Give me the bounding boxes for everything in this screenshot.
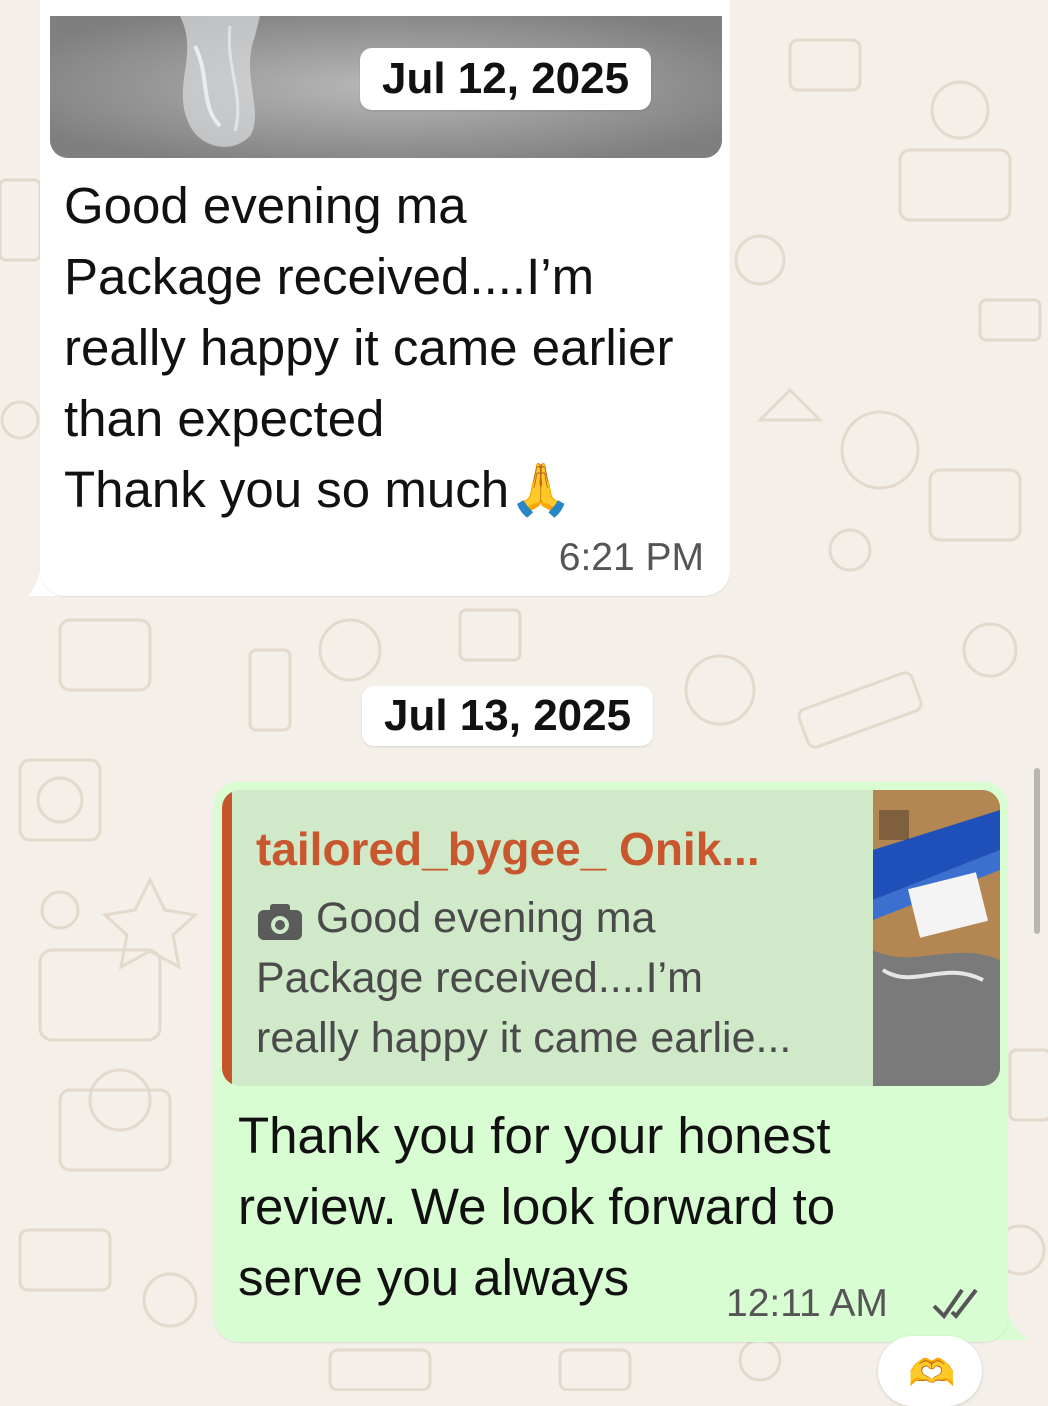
- quoted-message[interactable]: tailored_bygee_ Onik... Good evening ma …: [222, 790, 1000, 1086]
- date-separator-jul12: Jul 12, 2025: [360, 48, 652, 110]
- quote-line-3: really happy it came earlie...: [256, 1014, 792, 1062]
- quote-line-2: Package received....I’m: [256, 954, 703, 1002]
- quote-author: tailored_bygee_ Onik...: [256, 823, 760, 875]
- quote-thumbnail: [873, 790, 1000, 1086]
- incoming-message-text: Good evening ma Package received....I’m …: [64, 177, 674, 518]
- camera-icon: [258, 904, 302, 940]
- quote-line-1: Good evening ma: [316, 894, 656, 942]
- incoming-message-bubble[interactable]: Jul 12, 2025 Good evening ma Package rec…: [40, 0, 730, 596]
- quote-accent-bar: [222, 790, 232, 1086]
- scrollbar[interactable]: [1034, 768, 1040, 934]
- message-photo[interactable]: Jul 12, 2025: [50, 16, 722, 158]
- outgoing-message-time: 12:11 AM: [726, 1282, 888, 1325]
- outgoing-message-bubble[interactable]: tailored_bygee_ Onik... Good evening ma …: [214, 782, 1008, 1342]
- incoming-message-time: 6:21 PM: [558, 536, 704, 579]
- heart-hands-emoji: 🫶: [908, 1353, 956, 1395]
- date-separator-jul13: Jul 13, 2025: [362, 686, 654, 746]
- double-check-icon: [932, 1288, 978, 1320]
- message-reaction[interactable]: 🫶: [878, 1336, 982, 1406]
